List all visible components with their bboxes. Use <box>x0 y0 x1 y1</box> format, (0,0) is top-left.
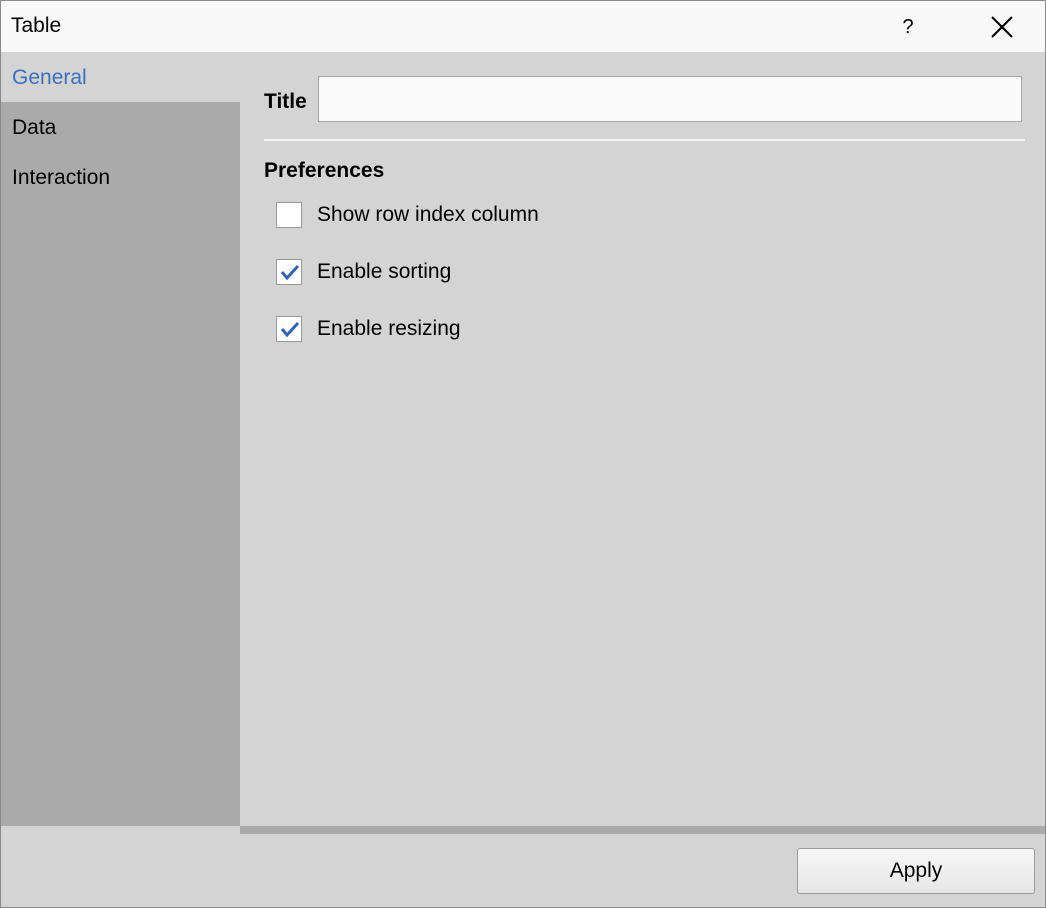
checkbox-checked[interactable] <box>276 259 302 285</box>
title-bar: Table ? <box>1 1 1045 52</box>
close-icon <box>991 16 1013 38</box>
help-button[interactable]: ? <box>895 13 921 41</box>
section-divider <box>264 139 1025 141</box>
show-row-index-checkbox[interactable]: Show row index column <box>276 201 676 231</box>
checkbox-label: Show row index column <box>317 203 539 226</box>
sidebar-item-label: Interaction <box>12 166 111 189</box>
enable-resizing-checkbox[interactable]: Enable resizing <box>276 315 676 345</box>
checkbox-unchecked[interactable] <box>276 202 302 228</box>
panel-bottom-border <box>240 826 1045 834</box>
sidebar-item-general[interactable]: General <box>1 52 240 102</box>
sidebar-item-label: Data <box>12 116 57 139</box>
preferences-heading: Preferences <box>264 159 385 182</box>
general-panel: Title Preferences Show row index column … <box>240 52 1045 826</box>
enable-sorting-checkbox[interactable]: Enable sorting <box>276 258 676 288</box>
window-title: Table <box>11 14 62 37</box>
checkmark-icon <box>280 321 300 338</box>
table-settings-dialog: Table ? General Data Interaction Title P… <box>0 0 1046 908</box>
title-field-label: Title <box>264 90 307 113</box>
apply-button[interactable]: Apply <box>797 848 1035 894</box>
sidebar-item-label: General <box>12 66 87 89</box>
checkbox-label: Enable sorting <box>317 260 452 283</box>
checkbox-label: Enable resizing <box>317 317 461 340</box>
checkbox-checked[interactable] <box>276 316 302 342</box>
sidebar-item-data[interactable]: Data <box>1 102 240 152</box>
checkmark-icon <box>280 264 300 281</box>
sidebar-item-interaction[interactable]: Interaction <box>1 152 240 202</box>
dialog-footer: Apply <box>1 834 1045 907</box>
title-input[interactable] <box>318 76 1022 122</box>
close-button[interactable] <box>979 6 1025 48</box>
sidebar: General Data Interaction <box>1 52 240 826</box>
